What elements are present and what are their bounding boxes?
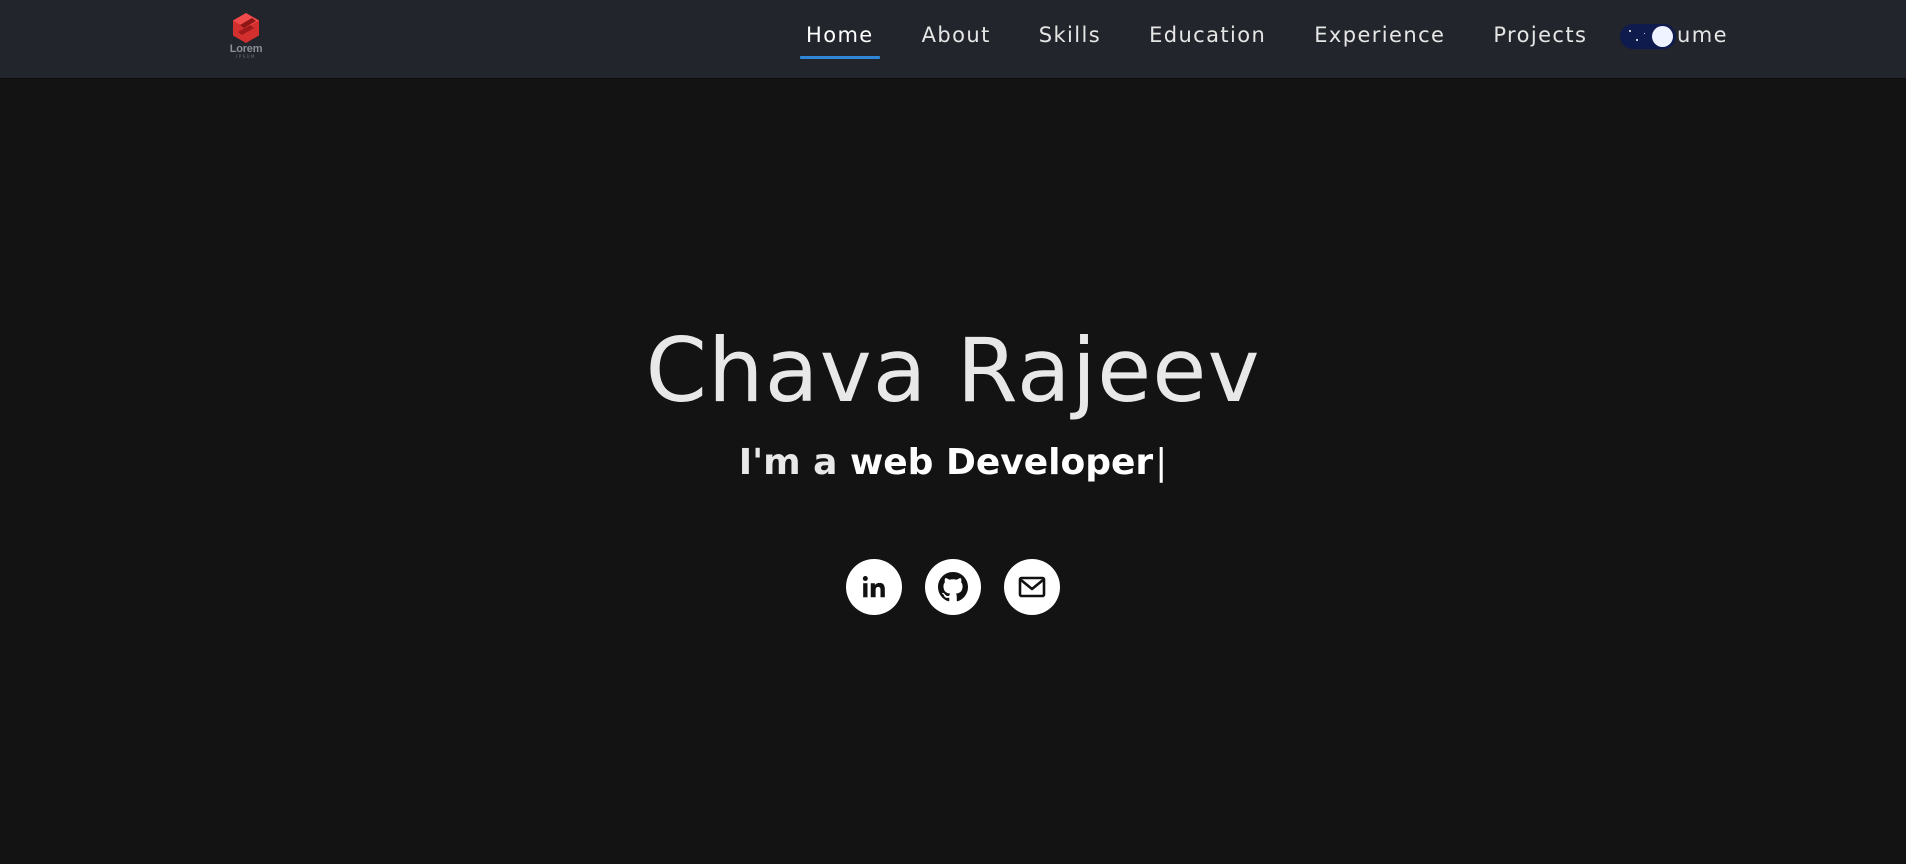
nav-item-experience[interactable]: Experience [1308,23,1451,47]
linkedin-button[interactable] [846,559,902,615]
theme-toggle[interactable] [1620,24,1676,49]
toggle-knob [1652,26,1673,47]
nav-links: Home About Skills Education Experience P… [800,0,1734,70]
star-decoration [1629,30,1631,32]
logo[interactable]: Lorem IPSUM [226,13,266,63]
hero-tagline: I'm a web Developer| [0,441,1906,484]
nav-item-skills[interactable]: Skills [1033,23,1107,47]
hero-section: Chava Rajeev I'm a web Developer| [0,78,1906,864]
nav-item-education[interactable]: Education [1143,23,1272,47]
logo-subtext: IPSUM [235,54,256,59]
star-decoration [1636,39,1638,41]
tagline-role: web Developer [850,442,1154,483]
linkedin-icon [862,576,885,598]
hero-name: Chava Rajeev [645,319,1261,422]
typing-cursor: | [1155,442,1168,483]
navbar: Lorem IPSUM Home About Skills Education … [0,0,1906,78]
nav-item-projects[interactable]: Projects [1487,23,1593,47]
star-decoration [1644,33,1645,34]
mail-icon [1018,576,1046,598]
github-icon [938,572,968,602]
email-button[interactable] [1004,559,1060,615]
tagline-prefix: I'm a [738,442,838,483]
nav-item-about[interactable]: About [916,23,997,47]
social-links [0,559,1906,615]
nav-item-home[interactable]: Home [800,23,880,59]
logo-icon [233,13,259,43]
github-button[interactable] [925,559,981,615]
